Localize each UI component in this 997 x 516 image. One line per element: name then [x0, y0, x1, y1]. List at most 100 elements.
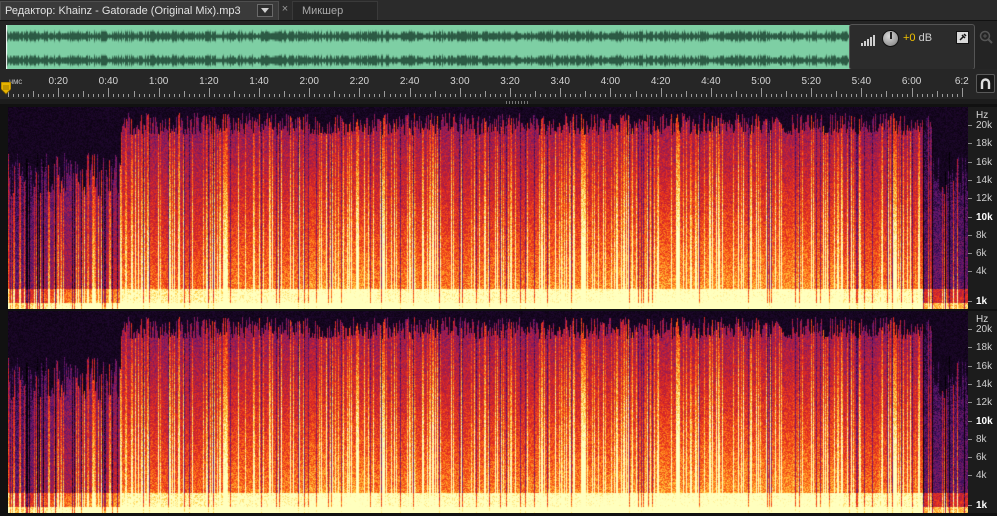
- frequency-label: 8k: [976, 433, 987, 445]
- tab-mixer-label: Микшер: [302, 5, 344, 17]
- time-tick: [309, 88, 310, 97]
- time-ruler[interactable]: чмс 0:20 0:40 1:00 1:20 1:40 2:00 2:20 2:40 3:00…: [0, 69, 997, 99]
- spectrogram-right-canvas[interactable]: [8, 311, 968, 513]
- time-tick: [540, 94, 541, 97]
- time-tick: [636, 91, 637, 97]
- time-tick: [299, 94, 300, 97]
- spectral-frequency-display[interactable]: Hz 20k 18k 16k 14k 12k 10k 8k 6k 4k 1k Hz 20k 18k 16k…: [0, 104, 997, 516]
- time-tick: [806, 94, 807, 97]
- time-tick: [656, 94, 657, 97]
- time-tick: [922, 94, 923, 97]
- spectrogram-channel-right[interactable]: [8, 311, 968, 513]
- time-tick-label: 3:00: [450, 76, 470, 87]
- time-tick: [113, 94, 114, 97]
- time-tick: [886, 91, 887, 97]
- time-tick: [630, 94, 631, 97]
- time-tick: [460, 88, 461, 97]
- spectrogram-channel-left[interactable]: [8, 107, 968, 309]
- time-tick: [63, 94, 64, 97]
- time-tick: [701, 94, 702, 97]
- waveform-overview[interactable]: +0 dB: [0, 21, 997, 75]
- frequency-label: 12k: [976, 193, 993, 205]
- time-tick: [254, 94, 255, 97]
- time-tick: [947, 94, 948, 97]
- time-tick: [545, 94, 546, 97]
- time-tick: [570, 94, 571, 97]
- tab-mixer[interactable]: Микшер: [292, 1, 378, 20]
- frequency-tick: [968, 347, 972, 349]
- time-tick-label: 6:2: [954, 76, 969, 87]
- time-tick: [430, 94, 431, 97]
- time-tick: [234, 91, 235, 97]
- frequency-label: 20k: [976, 120, 993, 131]
- overview-waveform[interactable]: [6, 25, 968, 75]
- time-tick: [284, 91, 285, 97]
- time-tick: [666, 94, 667, 97]
- time-tick: [691, 94, 692, 97]
- time-tick: [369, 94, 370, 97]
- time-tick: [585, 91, 586, 97]
- volume-value: +0: [903, 32, 916, 44]
- time-tick: [952, 94, 953, 97]
- tab-close-icon[interactable]: ×: [279, 2, 291, 16]
- time-tick: [595, 94, 596, 97]
- zoom-magnifier-icon[interactable]: [978, 29, 994, 45]
- time-tick: [726, 94, 727, 97]
- ruler-track[interactable]: чмс 0:20 0:40 1:00 1:20 1:40 2:00 2:20 2:40 3:00…: [0, 69, 969, 99]
- time-tick: [134, 91, 135, 97]
- time-tick: [851, 94, 852, 97]
- time-tick: [641, 94, 642, 97]
- volume-hud: +0 dB: [849, 24, 975, 70]
- pin-icon[interactable]: [956, 31, 969, 44]
- time-tick-label: 5:00: [751, 76, 771, 87]
- time-tick: [761, 88, 762, 97]
- time-tick: [942, 94, 943, 97]
- time-tick: [239, 94, 240, 97]
- time-tick: [209, 88, 210, 97]
- snap-magnet-button[interactable]: [976, 74, 995, 93]
- time-tick-label: 6:00: [901, 76, 922, 87]
- time-tick-label: 1:00: [148, 76, 169, 87]
- time-tick: [184, 91, 185, 97]
- time-tick: [329, 94, 330, 97]
- time-tick: [294, 94, 295, 97]
- volume-knob-icon[interactable]: [882, 30, 899, 47]
- time-tick: [505, 94, 506, 97]
- time-tick: [661, 88, 662, 97]
- time-tick: [13, 94, 14, 97]
- time-tick: [98, 94, 99, 97]
- time-tick: [751, 94, 752, 97]
- time-tick: [379, 94, 380, 97]
- frequency-tick: [968, 329, 972, 330]
- time-tick: [721, 94, 722, 97]
- time-tick: [902, 94, 903, 97]
- frequency-tick: [968, 216, 972, 218]
- tab-dropdown-arrow-icon[interactable]: [257, 4, 273, 17]
- time-tick: [259, 88, 260, 97]
- spectrogram-left-canvas[interactable]: [8, 107, 968, 309]
- time-tick: [319, 94, 320, 97]
- time-tick: [756, 94, 757, 97]
- time-tick: [118, 94, 119, 97]
- frequency-tick: [968, 457, 972, 459]
- time-tick: [249, 94, 250, 97]
- time-tick: [706, 94, 707, 97]
- time-tick: [615, 94, 616, 97]
- time-tick: [871, 94, 872, 97]
- time-tick: [671, 94, 672, 97]
- playhead-marker-icon[interactable]: [1, 82, 11, 96]
- time-tick: [88, 94, 89, 97]
- time-tick: [374, 94, 375, 97]
- time-tick: [475, 94, 476, 97]
- frequency-label: 16k: [976, 156, 993, 168]
- time-tick: [420, 94, 421, 97]
- time-tick-label: 5:20: [801, 76, 821, 87]
- time-tick-label: 3:20: [500, 76, 520, 87]
- time-tick: [861, 88, 862, 97]
- time-tick: [821, 94, 822, 97]
- tab-editor[interactable]: Редактор: Khainz - Gatorade (Original Mi…: [0, 1, 279, 20]
- time-tick: [349, 94, 350, 97]
- time-tick-label: 0:40: [98, 76, 119, 87]
- time-tick: [515, 94, 516, 97]
- time-tick: [575, 94, 576, 97]
